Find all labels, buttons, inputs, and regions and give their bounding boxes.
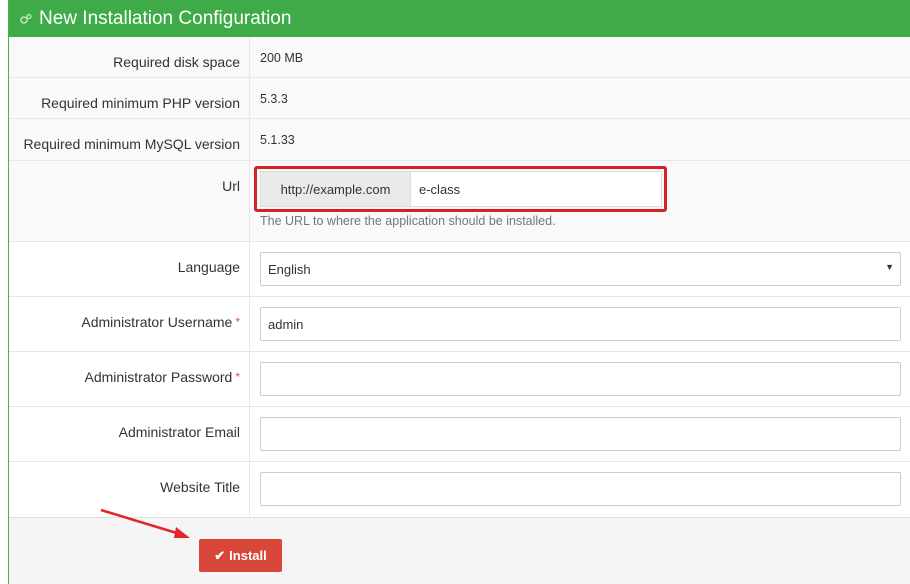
mysql-version-label: Required minimum MySQL version xyxy=(23,136,240,152)
panel-header: New Installation Configuration xyxy=(9,0,910,37)
disk-space-label: Required disk space xyxy=(113,54,240,70)
disk-space-row: Required disk space 200 MB xyxy=(9,37,910,78)
php-version-row: Required minimum PHP version 5.3.3 xyxy=(9,78,910,119)
admin-username-input[interactable]: admin xyxy=(260,307,901,341)
mysql-version-row: Required minimum MySQL version 5.1.33 xyxy=(9,119,910,161)
url-row: Url http://example.com e-class The URL t… xyxy=(9,161,910,242)
mysql-version-value: 5.1.33 xyxy=(260,133,295,147)
admin-username-row: Administrator Username * admin xyxy=(9,297,910,352)
panel-title: New Installation Configuration xyxy=(39,7,292,29)
language-select[interactable]: English ▼ xyxy=(260,252,901,286)
website-title-label: Website Title xyxy=(160,479,240,495)
install-button[interactable]: ✔ Install xyxy=(199,539,282,572)
url-highlight-box xyxy=(254,166,667,212)
disk-space-value: 200 MB xyxy=(260,51,304,65)
url-label: Url xyxy=(222,178,240,194)
php-version-label: Required minimum PHP version xyxy=(41,95,240,111)
admin-password-row: Administrator Password * xyxy=(9,352,910,407)
admin-password-input[interactable] xyxy=(260,362,901,396)
annotation-arrow xyxy=(100,508,190,538)
install-button-label: Install xyxy=(229,548,267,563)
required-marker: * xyxy=(235,315,240,329)
installation-panel: New Installation Configuration Required … xyxy=(8,0,910,584)
admin-username-label: Administrator Username * xyxy=(81,314,240,330)
required-marker: * xyxy=(235,370,240,384)
check-icon: ✔ xyxy=(214,547,226,563)
language-label: Language xyxy=(177,259,240,275)
admin-password-label: Administrator Password * xyxy=(84,369,241,385)
admin-email-label: Administrator Email xyxy=(118,424,240,440)
url-help-text: The URL to where the application should … xyxy=(260,214,556,228)
php-version-value: 5.3.3 xyxy=(260,92,288,106)
language-selected-value: English xyxy=(268,261,311,277)
caret-down-icon: ▼ xyxy=(885,262,894,272)
admin-email-input[interactable] xyxy=(260,417,901,451)
language-row: Language English ▼ xyxy=(9,242,910,297)
website-title-input[interactable] xyxy=(260,472,901,506)
admin-email-row: Administrator Email xyxy=(9,407,910,462)
gears-icon xyxy=(19,12,33,26)
